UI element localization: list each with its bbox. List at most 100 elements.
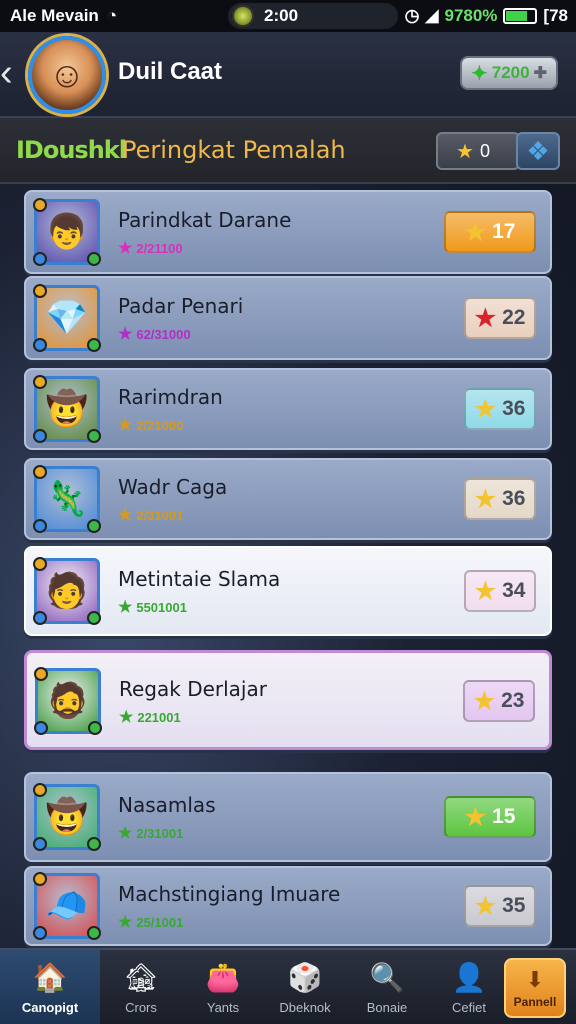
nav-label: Cefiet bbox=[452, 1000, 486, 1015]
dice-icon: 🎲 bbox=[287, 962, 323, 993]
player-thumbnail: 🧢 bbox=[33, 872, 101, 940]
player-portrait-icon: 🤠 bbox=[45, 798, 89, 836]
status-bar: Ale Mevain ◔ 2:00 ◷ ◢ 9780% [78 bbox=[0, 0, 576, 32]
puzzle-button[interactable]: ❖ bbox=[516, 132, 560, 170]
score-badge[interactable]: ★ 15 bbox=[444, 796, 536, 838]
nav-label: Canopigt bbox=[21, 1000, 79, 1015]
small-star-icon: ★ bbox=[118, 599, 133, 616]
player-name: Metintaie Slama bbox=[118, 567, 281, 591]
wifi-icon: ◔ bbox=[106, 6, 118, 25]
leaderboard-row[interactable]: 🤠 Rarimdran ★ 2/21000 ★ 36 bbox=[24, 368, 552, 450]
back-button[interactable]: ‹ bbox=[0, 52, 24, 95]
score-badge[interactable]: ★ 34 bbox=[464, 570, 536, 612]
score-value: 15 bbox=[492, 805, 516, 828]
nav-item-search[interactable]: 🔍 Bonaie bbox=[346, 950, 428, 1024]
score-badge[interactable]: ★ 36 bbox=[464, 478, 536, 520]
star-icon: ★ bbox=[473, 687, 496, 715]
score-badge[interactable]: ★ 35 bbox=[464, 885, 536, 927]
player-name: Padar Penari bbox=[118, 294, 244, 318]
nav-special-label: Pannell bbox=[513, 995, 557, 1009]
small-star-icon: ★ bbox=[118, 825, 133, 842]
player-subscore-value: 62/31000 bbox=[136, 326, 191, 342]
player-thumbnail: 🧑 bbox=[33, 557, 101, 625]
player-name: Wadr Caga bbox=[118, 475, 228, 499]
score-badge[interactable]: ★ 36 bbox=[464, 388, 536, 430]
player-name: Rarimdran bbox=[118, 385, 223, 409]
score-value: 36 bbox=[502, 487, 526, 510]
nav-item-profile[interactable]: 👤 Cefiet bbox=[428, 950, 510, 1024]
score-value: 35 bbox=[502, 894, 526, 917]
player-thumbnail: 🤠 bbox=[33, 375, 101, 443]
player-thumbnail: 🤠 bbox=[33, 783, 101, 851]
leaderboard-row[interactable]: 👦 Parindkat Darane ★ 2/21100 ★ 17 bbox=[24, 190, 552, 274]
player-portrait-icon: 👦 bbox=[45, 213, 89, 251]
nav-label: Crors bbox=[125, 1000, 157, 1015]
status-extra: [78 bbox=[543, 6, 568, 25]
leaderboard-row[interactable]: 🧢 Machstingiang Imuare ★ 25/1001 ★ 35 bbox=[24, 866, 552, 946]
small-star-icon: ★ bbox=[118, 417, 133, 434]
score-badge[interactable]: ★ 23 bbox=[463, 680, 535, 722]
nav-label: Bonaie bbox=[366, 1000, 408, 1015]
score-value: 34 bbox=[502, 579, 526, 602]
leaderboard-header: IDoushkl Peringkat Pemalah ★ 0 ❖ bbox=[0, 118, 576, 184]
page-title: Duil Caat bbox=[118, 58, 223, 85]
nav-item-dice[interactable]: 🎲 Dbeknok bbox=[264, 950, 346, 1024]
gem-icon: ✦ bbox=[471, 62, 488, 85]
nav-item-bag[interactable]: 👛 Yants bbox=[182, 950, 264, 1024]
player-subscore-value: 2/31001 bbox=[136, 825, 184, 841]
leaderboard-row[interactable]: 🦎 Wadr Caga ★ 2/31001 ★ 36 bbox=[24, 458, 552, 540]
player-subscore: ★ 2/21000 bbox=[118, 415, 183, 435]
player-subscore-value: 2/21000 bbox=[136, 417, 184, 433]
star-icon: ★ bbox=[474, 485, 497, 513]
sub-logo: IDoushkl bbox=[16, 136, 127, 164]
leaderboard-row[interactable]: 🤠 Nasamlas ★ 2/31001 ★ 15 bbox=[24, 772, 552, 862]
leaderboard-row[interactable]: 🧔 Regak Derlajar ★ 221001 ★ 23 bbox=[24, 650, 552, 750]
puzzle-icon: ❖ bbox=[526, 135, 550, 166]
carrier-label: Ale Mevain bbox=[10, 6, 99, 25]
nav-item-home[interactable]: 🏠 Canopigt bbox=[0, 950, 100, 1024]
player-subscore: ★ 2/31001 bbox=[118, 823, 183, 843]
avatar[interactable]: ☺ bbox=[28, 36, 106, 114]
profile-icon: 👤 bbox=[451, 962, 487, 993]
player-thumbnail: 👦 bbox=[33, 198, 101, 266]
score-value: 23 bbox=[501, 689, 525, 712]
small-star-icon: ★ bbox=[118, 507, 133, 524]
player-subscore-value: 5501001 bbox=[136, 599, 187, 615]
star-icon: ★ bbox=[474, 892, 497, 920]
small-star-icon: ★ bbox=[118, 914, 133, 931]
score-badge[interactable]: ★ 17 bbox=[444, 211, 536, 253]
search-icon: 🔍 bbox=[369, 962, 405, 993]
star-count: 0 bbox=[479, 140, 490, 161]
nav-item-special[interactable]: ⬇ Pannell bbox=[504, 958, 566, 1018]
player-portrait-icon: 🦎 bbox=[45, 480, 89, 518]
chevron-left-icon: ‹ bbox=[0, 52, 13, 94]
plus-icon: ✚ bbox=[533, 65, 547, 82]
nav-label: Yants bbox=[206, 1000, 240, 1015]
player-subscore: ★ 221001 bbox=[119, 707, 181, 727]
player-subscore: ★ 2/31001 bbox=[118, 505, 183, 525]
small-star-icon: ★ bbox=[118, 240, 133, 257]
camera-dot-icon bbox=[232, 5, 254, 27]
player-name: Machstingiang Imuare bbox=[118, 882, 341, 906]
star-count-button[interactable]: ★ 0 bbox=[436, 132, 520, 170]
score-value: 22 bbox=[502, 306, 526, 329]
download-icon: ⬇ bbox=[525, 967, 545, 992]
nav-item-shop[interactable]: 🏚 Crors bbox=[100, 950, 182, 1024]
battery-percent: 9780% bbox=[444, 6, 498, 25]
small-star-icon: ★ bbox=[118, 326, 133, 343]
leaderboard-list: 👦 Parindkat Darane ★ 2/21100 ★ 17 💎 Padar Penar… bbox=[0, 184, 576, 948]
score-badge[interactable]: ★ 22 bbox=[464, 297, 536, 339]
leaderboard-row[interactable]: 🧑 Metintaie Slama ★ 5501001 ★ 34 bbox=[24, 546, 552, 636]
player-name: Regak Derlajar bbox=[119, 677, 267, 701]
star-icon: ★ bbox=[474, 304, 497, 332]
player-portrait-icon: 🧑 bbox=[45, 572, 89, 610]
coin-amount: 7200 bbox=[491, 63, 530, 82]
shop-icon: 🏚 bbox=[123, 962, 159, 993]
player-name: Nasamlas bbox=[118, 793, 216, 817]
leaderboard-row[interactable]: 💎 Padar Penari ★ 62/31000 ★ 22 bbox=[24, 276, 552, 360]
coin-balance-button[interactable]: ✦ 7200 ✚ bbox=[460, 56, 558, 90]
app-header: ‹ ☺ Duil Caat ✦ 7200 ✚ bbox=[0, 32, 576, 118]
player-subscore-value: 2/31001 bbox=[136, 507, 184, 523]
bottom-nav: 🏠 Canopigt 🏚 Crors 👛 Yants 🎲 Dbeknok 🔍 Bonaie 👤 Cef… bbox=[0, 948, 576, 1024]
battery-icon bbox=[503, 8, 538, 24]
